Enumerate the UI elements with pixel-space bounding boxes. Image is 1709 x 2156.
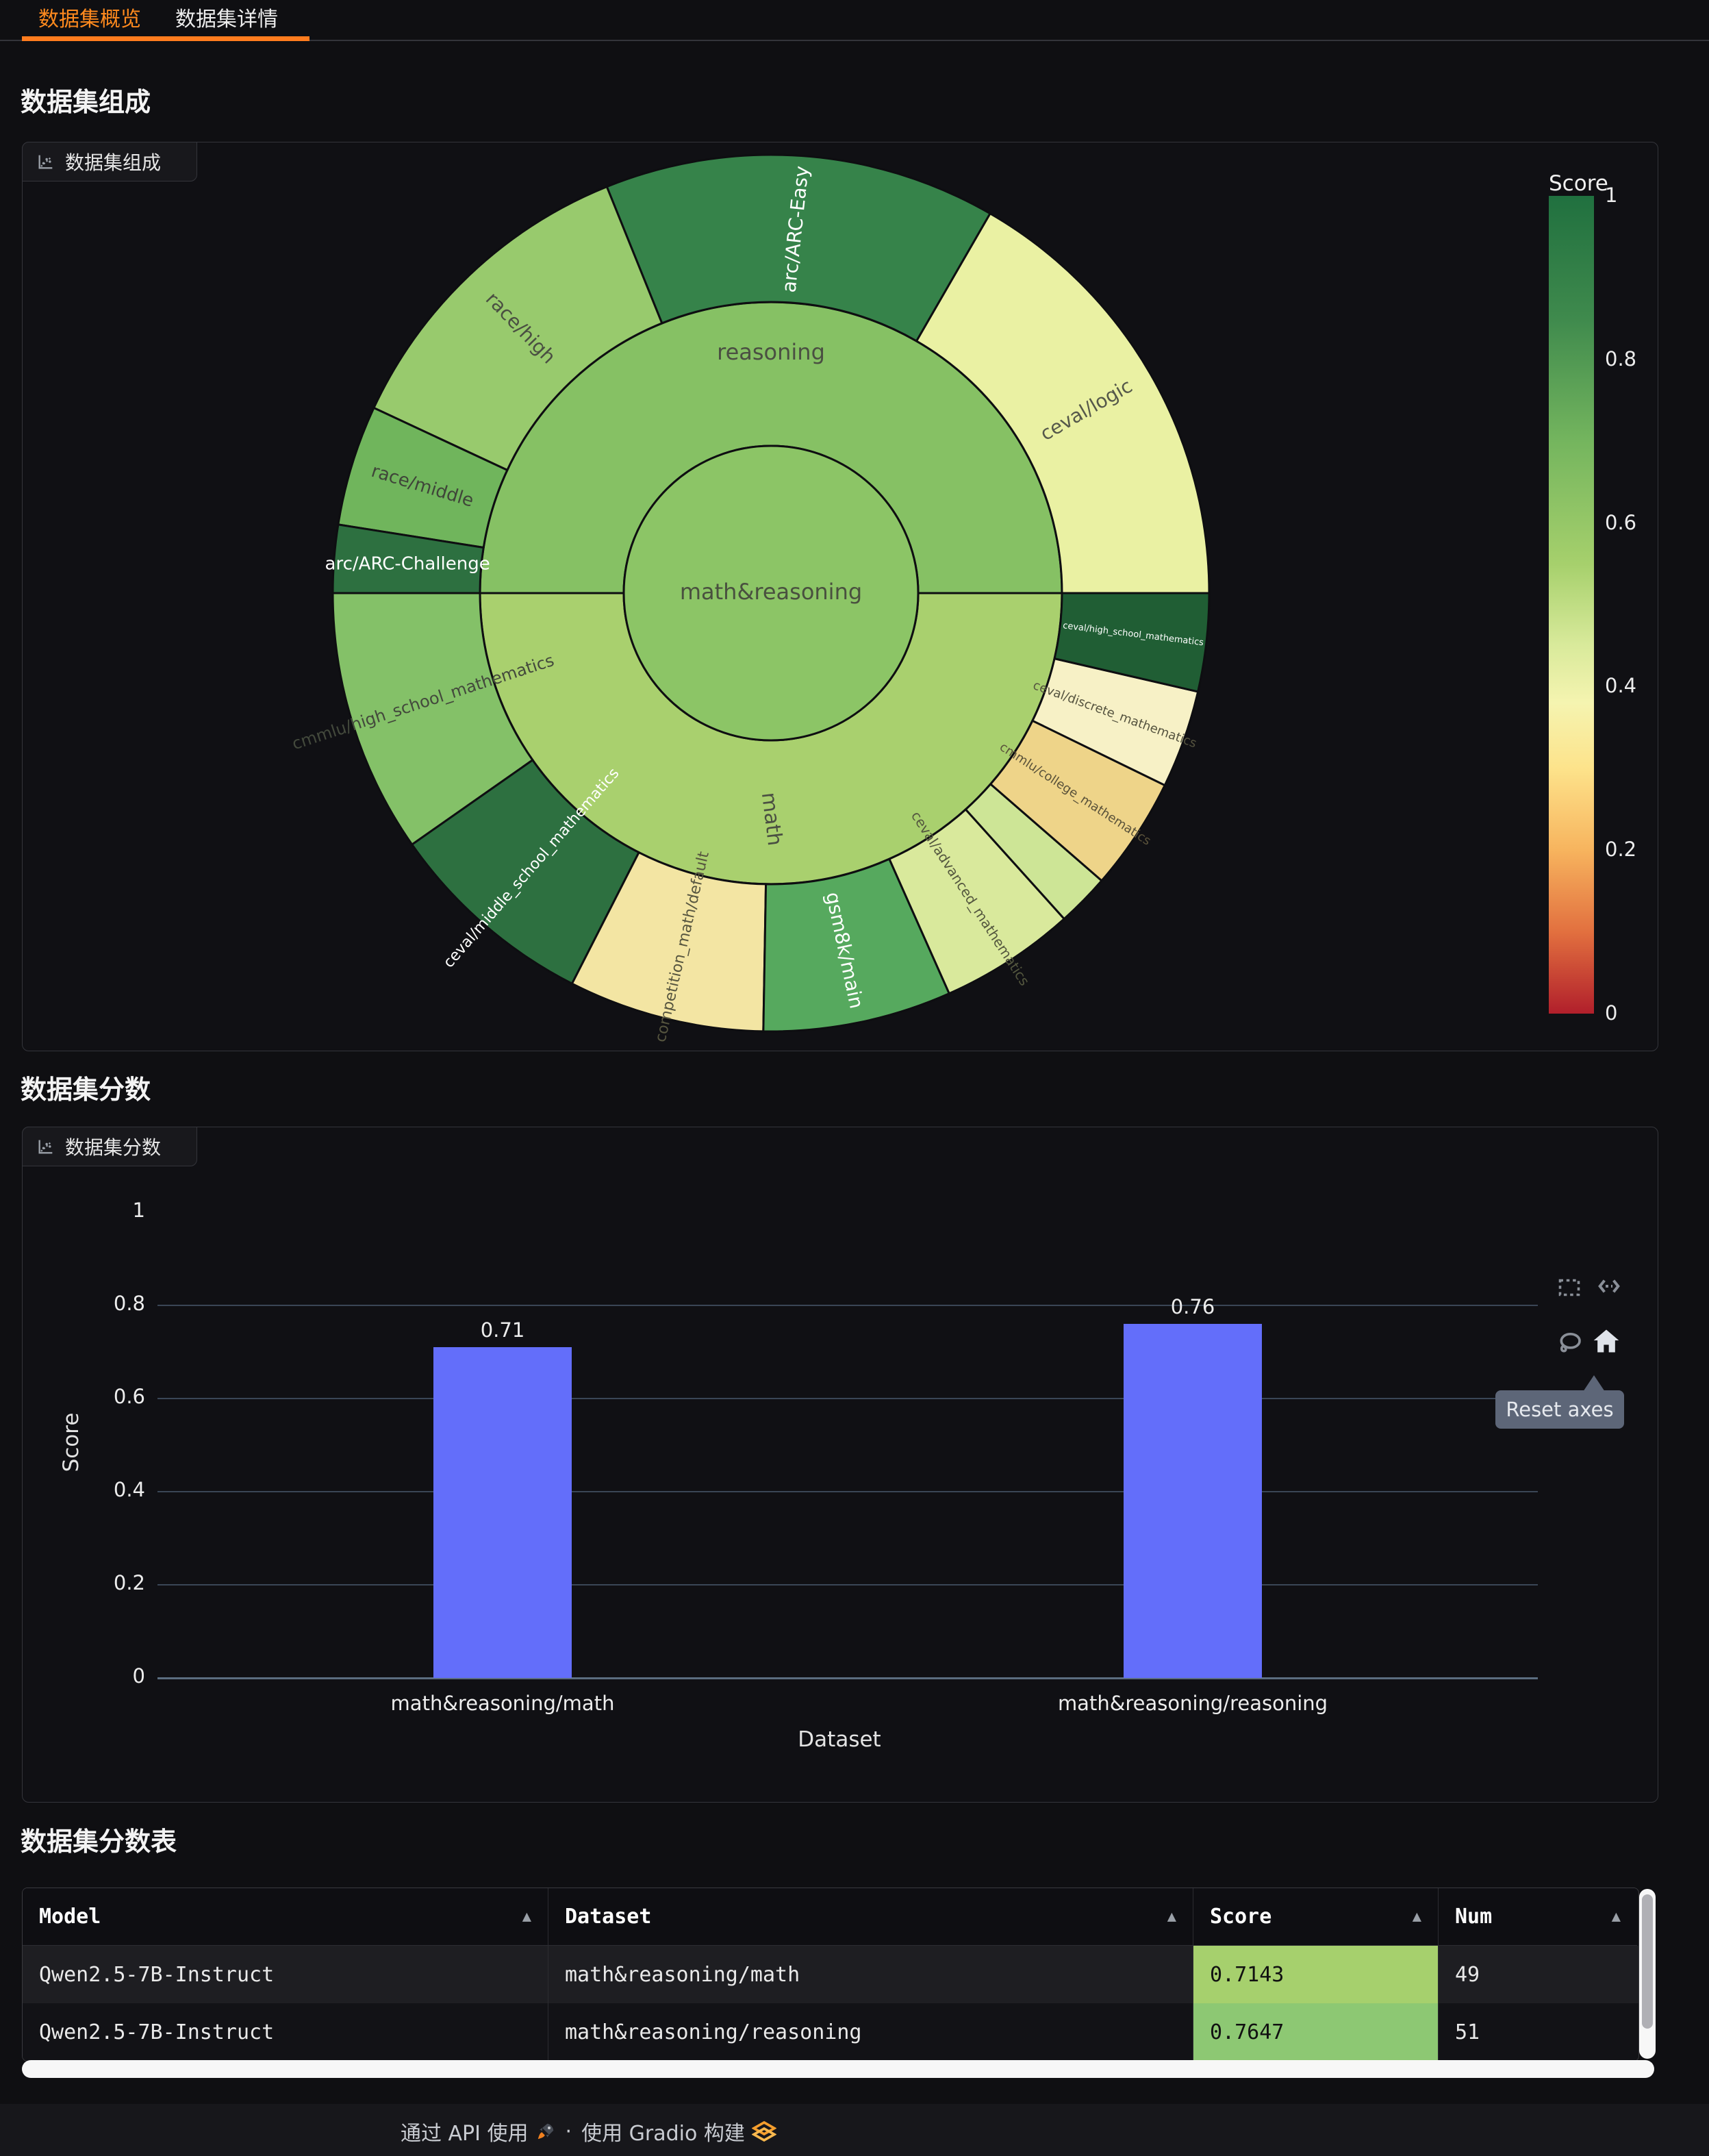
footer-separator: · (566, 2120, 572, 2144)
bar-value-label: 0.76 (1124, 1295, 1261, 1318)
sort-arrow-icon[interactable]: ▲ (1413, 1908, 1421, 1925)
colorbar-tick-label: 0.8 (1605, 347, 1636, 371)
table-cell: 49 (1439, 1946, 1637, 2003)
y-tick-label: 0.8 (84, 1292, 145, 1315)
header-label: Model (39, 1905, 101, 1929)
gridline (157, 1584, 1538, 1585)
x-axis-baseline (157, 1677, 1538, 1679)
colorbar-tick-label: 0 (1605, 1001, 1617, 1025)
y-tick-label: 1 (84, 1199, 145, 1222)
sunburst-label: math&reasoning (680, 579, 862, 605)
scores-panel-label[interactable]: 数据集分数 (22, 1127, 197, 1166)
colorbar (1549, 196, 1594, 1014)
autoscale-icon[interactable] (1591, 1270, 1627, 1303)
rocket-icon (535, 2121, 556, 2142)
scores-section-title: 数据集分数 (21, 1068, 151, 1106)
built-with-gradio-link[interactable]: 使用 Gradio 构建 (581, 2116, 776, 2146)
scores-panel-label-text: 数据集分数 (65, 1133, 161, 1160)
header-label: Dataset (565, 1905, 651, 1929)
sunburst-chart[interactable]: math&reasoningreasoningmathceval/logicar… (23, 142, 1529, 1049)
box-select-icon[interactable] (1552, 1271, 1587, 1304)
gradio-logo-icon (752, 2121, 776, 2142)
sunburst-label: reasoning (717, 339, 825, 365)
footer: 通过 API 使用 · 使用 Gradio 构建 (401, 2116, 776, 2146)
table-row[interactable]: Qwen2.5-7B-Instructmath&reasoning/math0.… (23, 1946, 1638, 2003)
table-cell: 0.7647 (1193, 2003, 1439, 2061)
table-header-model[interactable]: Model ▲ (23, 1888, 548, 1946)
sort-arrow-icon[interactable]: ▲ (1167, 1908, 1176, 1925)
score-table: Model ▲ Dataset ▲ Score ▲ Num ▲ Qwen2.5-7B-Instr… (22, 1888, 1639, 2061)
footer-strip (0, 2104, 1709, 2156)
lasso-select-icon[interactable] (1552, 1327, 1587, 1360)
tab-dataset-overview[interactable]: 数据集概览 (38, 0, 141, 40)
x-tick-label: math&reasoning/reasoning (987, 1692, 1398, 1715)
tooltip-pointer (1583, 1375, 1605, 1392)
table-cell: math&reasoning/reasoning (548, 2003, 1193, 2061)
scrollbar-thumb[interactable] (1642, 1894, 1653, 2029)
table-horizontal-scrollbar[interactable] (22, 2060, 1654, 2078)
tooltip-text: Reset axes (1506, 1398, 1613, 1421)
table-cell: math&reasoning/math (548, 1946, 1193, 2003)
reset-axes-tooltip: Reset axes (1495, 1390, 1624, 1429)
use-via-api-label: 通过 API 使用 (401, 2116, 529, 2146)
gridline (157, 1491, 1538, 1492)
scores-panel (22, 1127, 1658, 1803)
y-tick-label: 0.6 (84, 1385, 145, 1408)
y-tick-label: 0 (84, 1664, 145, 1688)
app-root: 数据集概览 数据集详情 数据集组成 数据集组成 math&reasoningre… (0, 0, 1709, 2156)
sunburst-label: arc/ARC-Challenge (325, 554, 490, 575)
table-cell: Qwen2.5-7B-Instruct (23, 1946, 548, 2003)
bar-value-label: 0.71 (434, 1318, 571, 1342)
table-header-dataset[interactable]: Dataset ▲ (548, 1888, 1193, 1946)
bar[interactable] (1124, 1324, 1262, 1678)
header-label: Score (1210, 1905, 1271, 1929)
x-tick-label: math&reasoning/math (297, 1692, 708, 1715)
composition-section-title: 数据集组成 (21, 81, 151, 118)
use-via-api-link[interactable]: 通过 API 使用 (401, 2116, 556, 2146)
y-tick-label: 0.2 (84, 1571, 145, 1594)
table-vertical-scrollbar[interactable] (1639, 1889, 1656, 2059)
y-axis-title: Score (59, 1413, 84, 1472)
gridline (157, 1305, 1538, 1306)
bar[interactable] (433, 1347, 572, 1678)
colorbar-tick-label: 0.4 (1605, 674, 1636, 697)
x-axis-title: Dataset (798, 1727, 881, 1752)
colorbar-tick-label: 0.2 (1605, 838, 1636, 861)
table-row[interactable]: Qwen2.5-7B-Instructmath&reasoning/reason… (23, 2003, 1638, 2061)
table-header-row: Model ▲ Dataset ▲ Score ▲ Num ▲ (23, 1888, 1638, 1946)
built-with-gradio-label: 使用 Gradio 构建 (581, 2116, 745, 2146)
colorbar-tick-label: 1 (1605, 184, 1617, 207)
header-label: Num (1455, 1905, 1492, 1929)
table-section-title: 数据集分数表 (21, 1820, 177, 1858)
tab-dataset-detail[interactable]: 数据集详情 (175, 0, 278, 40)
table-header-num[interactable]: Num ▲ (1439, 1888, 1637, 1946)
table-cell: 0.7143 (1193, 1946, 1439, 2003)
colorbar-title: Score (1549, 171, 1608, 196)
reset-axes-home-icon[interactable] (1588, 1325, 1624, 1357)
table-cell: 51 (1439, 2003, 1637, 2061)
table-header-score[interactable]: Score ▲ (1193, 1888, 1439, 1946)
sort-arrow-icon[interactable]: ▲ (1612, 1908, 1621, 1925)
gridline (157, 1398, 1538, 1399)
colorbar-tick-label: 0.6 (1605, 511, 1636, 534)
sort-arrow-icon[interactable]: ▲ (522, 1908, 531, 1925)
y-tick-label: 0.4 (84, 1478, 145, 1501)
chart-icon (36, 1137, 55, 1156)
table-cell: Qwen2.5-7B-Instruct (23, 2003, 548, 2061)
